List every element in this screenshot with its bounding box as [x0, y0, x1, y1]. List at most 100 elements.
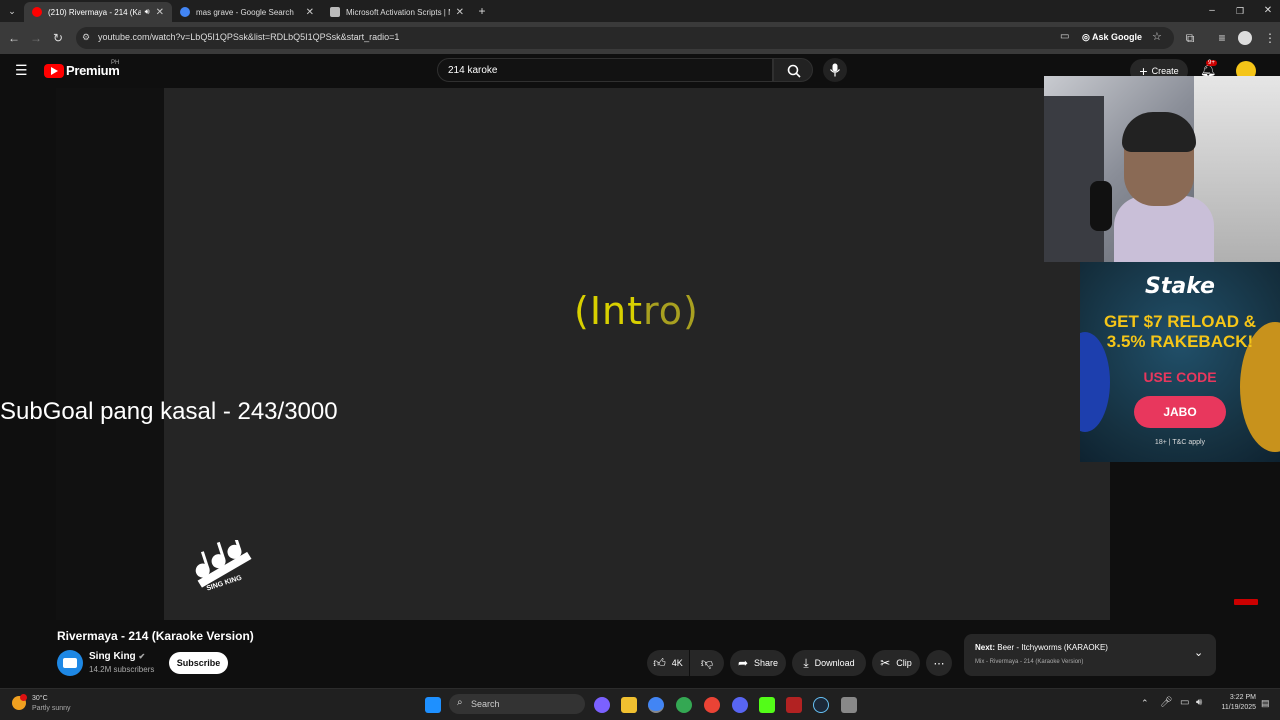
dislike-button[interactable]: 👎︎	[690, 650, 724, 676]
profile-avatar-icon[interactable]	[1238, 31, 1252, 45]
video-player[interactable]: (Intro) SubGoal pang kasal - 243/3000 SI…	[0, 88, 1258, 620]
maximize-icon[interactable]: ❐	[1232, 3, 1248, 19]
video-info-bar: Rivermaya - 214 (Karaoke Version) Sing K…	[0, 620, 1280, 688]
weather-temp: 30°C	[32, 695, 48, 702]
google-favicon-icon	[180, 7, 190, 17]
ad-headline-2: 3.5% RAKEBACK!	[1106, 332, 1254, 351]
streamer-webcam	[1044, 76, 1280, 262]
scissors-icon: ✂	[880, 656, 891, 670]
thumbs-up-icon: 👍︎	[653, 655, 666, 670]
copilot-icon[interactable]	[594, 697, 610, 713]
tab-title: (210) Rivermaya - 214 (Kara	[48, 7, 141, 17]
stake-logo: Stake	[1145, 274, 1215, 299]
url-text[interactable]: youtube.com/watch?v=LbQ5I1QPSsk&list=RDL…	[98, 32, 399, 42]
gear-favicon-icon	[330, 7, 340, 17]
subscribe-watermark[interactable]	[1234, 599, 1258, 605]
chrome-profile-2-icon[interactable]	[704, 697, 720, 713]
download-icon: ⤓	[803, 655, 809, 670]
promo-code-button[interactable]: JABO	[1134, 396, 1226, 428]
speaker-icon[interactable]: 🔊︎	[145, 7, 150, 17]
windows-start-icon[interactable]	[425, 697, 441, 713]
verified-check-icon: ✔	[138, 652, 146, 661]
steam-icon[interactable]	[813, 697, 829, 713]
region-label: PH	[111, 60, 120, 66]
window-close-icon[interactable]: ✕	[1260, 3, 1276, 19]
next-title: Beer - Itchyworms (KARAOKE)	[997, 643, 1108, 652]
next-label: Next:	[975, 643, 996, 652]
ad-use-code: USE CODE	[1143, 369, 1217, 385]
weather-desc: Partly sunny	[32, 705, 71, 712]
video-frame[interactable]	[164, 88, 1110, 620]
search-input[interactable]: 214 karoke	[437, 58, 773, 82]
search-button[interactable]	[773, 58, 813, 82]
forward-arrow-icon[interactable]: →	[28, 30, 44, 46]
channel-name[interactable]: Sing King ✔	[89, 651, 145, 662]
stream-overlay-subgoal: SubGoal pang kasal - 243/3000	[0, 398, 338, 425]
like-button[interactable]: 👍︎ 4K	[647, 650, 689, 676]
extensions-icon[interactable]: ⧉	[1182, 30, 1198, 46]
tray-mic-icon[interactable]: 🎤︎	[1160, 697, 1173, 708]
back-arrow-icon[interactable]: ←	[6, 30, 22, 46]
tab-youtube[interactable]: (210) Rivermaya - 214 (Kara 🔊︎ ✕	[24, 2, 172, 22]
sing-king-logo: SING KING	[188, 532, 258, 602]
app-generic-icon[interactable]	[841, 697, 857, 713]
clock-date[interactable]: 11/19/2025	[1216, 704, 1256, 711]
volume-icon[interactable]: 🔊︎	[1196, 697, 1202, 708]
notification-count-badge: 9+	[1206, 60, 1217, 66]
notification-center-icon[interactable]: ▤	[1261, 698, 1270, 709]
chrome-icon[interactable]	[648, 697, 664, 713]
cast-icon[interactable]: ▭	[1060, 31, 1069, 42]
video-title: Rivermaya - 214 (Karaoke Version)	[57, 629, 254, 643]
clip-button[interactable]: ✂ Clip	[872, 650, 920, 676]
taskbar-search[interactable]: ⌕ Search	[449, 694, 585, 714]
karaoke-lyric: (Intro)	[574, 289, 699, 333]
windows-taskbar: 30°C Partly sunny ⌕ Search ⌃ 🎤︎ ▭ 🔊︎ 3:2…	[0, 688, 1280, 720]
more-actions-button[interactable]: ⋯	[926, 650, 952, 676]
file-explorer-icon[interactable]	[621, 697, 637, 713]
tab-title: Microsoft Activation Scripts | M	[346, 7, 450, 17]
weather-alert-badge	[20, 694, 27, 701]
browser-tab-bar: ⌄ (210) Rivermaya - 214 (Kara 🔊︎ ✕ mas g…	[0, 0, 1280, 22]
bookmark-star-icon[interactable]: ☆	[1152, 30, 1162, 43]
hamburger-menu-icon[interactable]: ☰	[15, 63, 28, 77]
close-icon[interactable]: ✕	[306, 7, 314, 18]
omnibox[interactable]: ⚙ youtube.com/watch?v=LbQ5I1QPSsk&list=R…	[76, 27, 1174, 49]
next-up-panel[interactable]: Next: Beer - Itchyworms (KARAOKE) Mix - …	[964, 634, 1216, 676]
youtube-favicon-icon	[32, 7, 42, 17]
chrome-profile-icon[interactable]	[676, 697, 692, 713]
discord-icon[interactable]	[732, 697, 748, 713]
ad-headline-1: GET $7 RELOAD &	[1103, 312, 1257, 331]
page-scrollbar[interactable]	[1273, 620, 1280, 688]
app-red-icon[interactable]	[786, 697, 802, 713]
media-controls-icon[interactable]: ≡	[1214, 30, 1230, 46]
share-button[interactable]: ➦ Share	[730, 650, 786, 676]
subscriber-count: 14.2M subscribers	[89, 665, 155, 674]
search-icon	[787, 64, 801, 78]
site-info-icon[interactable]: ⚙	[82, 32, 90, 43]
download-button[interactable]: ⤓ Download	[792, 650, 866, 676]
close-icon[interactable]: ✕	[456, 7, 464, 18]
next-playlist: Mix - Rivermaya - 214 (Karaoke Version)	[975, 659, 1084, 665]
network-icon[interactable]: ▭	[1180, 697, 1189, 708]
thumbs-down-icon: 👎︎	[700, 655, 714, 670]
clock-time[interactable]: 3:22 PM	[1216, 694, 1256, 701]
menu-kebab-icon[interactable]: ⋮	[1262, 30, 1278, 46]
tab-google-search[interactable]: mas grave - Google Search ✕	[172, 2, 322, 22]
stake-ad[interactable]: Stake GET $7 RELOAD & 3.5% RAKEBACK! USE…	[1080, 262, 1280, 462]
reload-icon[interactable]: ↻	[50, 30, 66, 46]
chevron-down-icon[interactable]: ⌄	[1194, 646, 1203, 659]
voice-search-button[interactable]	[823, 58, 847, 82]
minimize-icon[interactable]: –	[1204, 3, 1220, 19]
subscribe-button[interactable]: Subscribe	[169, 652, 228, 674]
tab-activation-scripts[interactable]: Microsoft Activation Scripts | M ✕	[322, 2, 472, 22]
ask-google-button[interactable]: ◎ Ask Google	[1082, 32, 1142, 43]
ad-fine-print: 18+ | T&C apply	[1154, 439, 1206, 446]
channel-avatar[interactable]	[57, 650, 83, 676]
close-icon[interactable]: ✕	[156, 7, 164, 18]
tab-search-icon[interactable]: ⌄	[4, 3, 20, 19]
kick-icon[interactable]	[759, 697, 775, 713]
tray-overflow-chevron-icon[interactable]: ⌃	[1141, 698, 1149, 709]
video-side-panel	[56, 88, 164, 620]
new-tab-plus-icon[interactable]: +	[474, 3, 490, 19]
youtube-logo-icon[interactable]	[44, 64, 64, 78]
